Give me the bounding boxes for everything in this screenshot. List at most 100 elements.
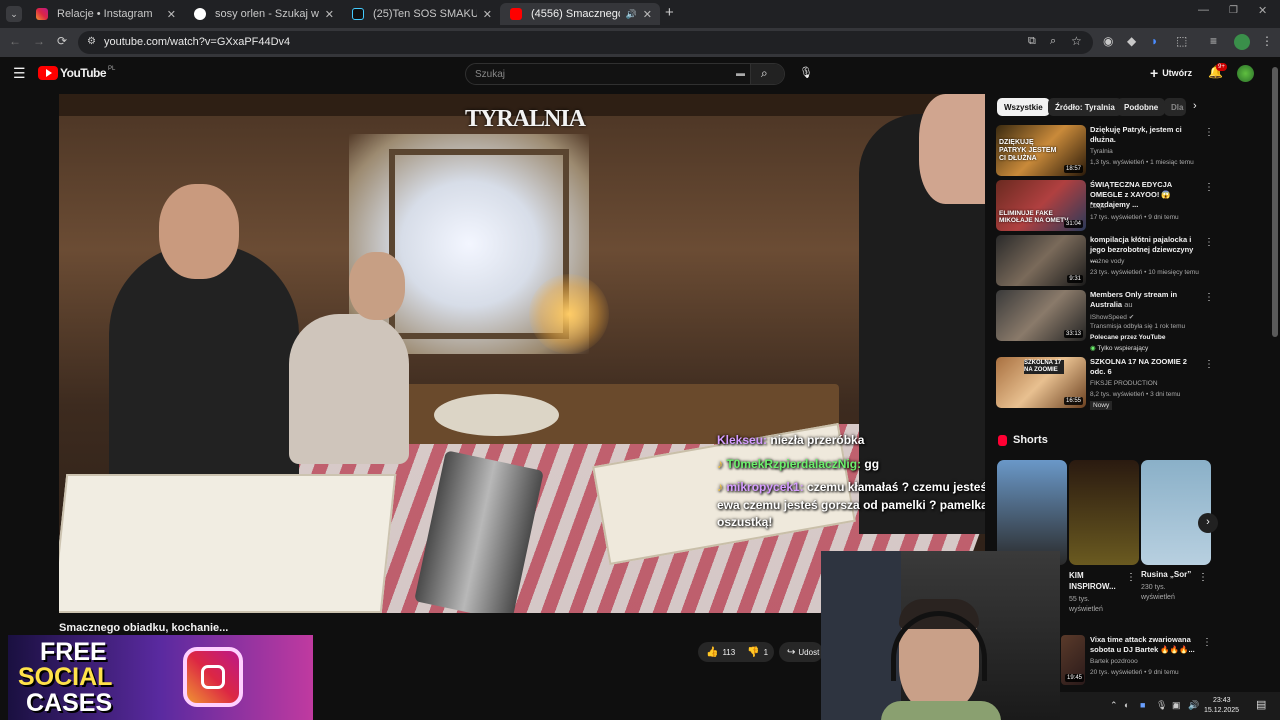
address-bar[interactable]: ⚙ youtube.com/watch?v=GXxaPF44Dv4 ⧉ ⌕ ☆ [78, 31, 1093, 54]
new-tab-button[interactable]: + [665, 4, 674, 21]
recommendation-title[interactable]: ŚWIĄTECZNA EDYCJA OMEGLE z XAYOO! 😱 *roz… [1090, 180, 1200, 210]
restore-button[interactable]: ❐ [1229, 5, 1238, 16]
tab-google[interactable]: sosy orlen - Szukaj w Google ✕ [184, 3, 342, 25]
video-thumbnail[interactable]: 9:31 [996, 235, 1086, 286]
create-button[interactable]: + Utwórz [1150, 65, 1192, 81]
video-thumbnail[interactable]: 33:13 [996, 290, 1086, 341]
tab-tiktok[interactable]: (25)Ten SOS SMAKUJE jak KEN ✕ [342, 3, 500, 25]
channel-name[interactable]: LeQu [1090, 203, 1106, 210]
more-options-icon[interactable]: ⋮ [1204, 359, 1214, 370]
close-window-button[interactable]: ✕ [1258, 4, 1267, 17]
hamburger-menu-icon[interactable]: ☰ [13, 65, 26, 82]
site-info-icon[interactable]: ⚙ [87, 36, 96, 47]
tray-icon[interactable]: ■ [1140, 700, 1145, 710]
close-tab-icon[interactable]: ✕ [167, 8, 176, 21]
video-thumbnail[interactable]: SZKOLNA 17 NA ZOOMIE 16:55 [996, 357, 1086, 408]
search-input[interactable]: Szukaj [475, 69, 505, 80]
clock-date[interactable]: 15.12.2025 [1204, 707, 1239, 714]
scrollbar-thumb[interactable] [1272, 67, 1278, 337]
share-icon: ↪ [787, 646, 796, 658]
keyboard-icon[interactable]: ▬ [736, 68, 745, 78]
more-options-icon[interactable]: ⋮ [1204, 237, 1214, 248]
recommendation-title[interactable]: Members Only stream in Australia au [1090, 290, 1200, 310]
more-options-icon[interactable]: ⋮ [1202, 637, 1212, 648]
zoom-icon[interactable]: ⌕ [1050, 35, 1056, 48]
more-options-icon[interactable]: ⋮ [1204, 292, 1214, 303]
recommendation-title[interactable]: Vixa time attack zwariowana sobota u DJ … [1090, 635, 1202, 655]
more-options-icon[interactable]: ⋮ [1126, 572, 1136, 583]
video-thumbnail[interactable]: DZIĘKUJĘ PATRYK JESTEM CI DŁUŻNA 18:57 [996, 125, 1086, 176]
forward-icon[interactable]: → [33, 34, 45, 48]
short-thumbnail[interactable] [997, 460, 1067, 565]
more-options-icon[interactable]: ⋮ [1204, 127, 1214, 138]
channel-name[interactable]: Tyralnia [1090, 148, 1113, 155]
search-button[interactable]: ⌕ [750, 64, 784, 84]
extensions-puzzle-icon[interactable]: ⬚ [1176, 34, 1187, 48]
channel-name[interactable]: Bartek pozdrooo [1090, 658, 1138, 665]
channel-name[interactable]: FIKSJE PRODUCTION [1090, 380, 1158, 387]
dislike-button[interactable]: 👎 1 [747, 647, 768, 658]
recommendation-item[interactable]: 19:45 Vixa time attack zwariowana sobota… [1061, 635, 1212, 685]
tab-youtube[interactable]: (4556) Smacznego obiadku 🔊 ✕ [500, 3, 660, 25]
short-title[interactable]: KIM INSPIROW... [1069, 570, 1121, 592]
url-text[interactable]: youtube.com/watch?v=GXxaPF44Dv4 [104, 36, 290, 48]
more-options-icon[interactable]: ⋮ [1204, 182, 1214, 193]
channel-name[interactable]: ważne vody [1090, 258, 1124, 265]
tab-search-icon[interactable]: ⌄ [6, 6, 22, 22]
reading-list-icon[interactable]: ≡ [1210, 34, 1217, 48]
microphone-tray-icon[interactable]: 🎙 [1156, 700, 1167, 711]
channel-name[interactable]: IShowSpeed ✔ [1090, 313, 1134, 321]
close-tab-icon[interactable]: ✕ [643, 8, 652, 21]
chevron-right-icon[interactable]: › [1193, 100, 1197, 112]
notification-center-icon[interactable]: ▤ [1256, 698, 1266, 711]
search-box[interactable]: Szukaj ▬ ⌕ [465, 63, 785, 85]
clock-time[interactable]: 23:43 [1213, 697, 1231, 704]
chip-source[interactable]: Źródło: Tyralnia [1048, 98, 1122, 116]
recommendation-item[interactable]: ELIMINUJE FAKE MIKOŁAJE NA OMETV 31:04 Ś… [996, 180, 1214, 232]
extension-icon[interactable]: ◉ [1103, 34, 1113, 48]
chevron-up-icon[interactable]: ⌃ [1110, 700, 1118, 711]
close-tab-icon[interactable]: ✕ [325, 8, 334, 21]
discord-tray-icon[interactable]: ◐ [1124, 700, 1129, 710]
youtube-logo[interactable]: YouTube PL [38, 66, 115, 80]
install-icon[interactable]: ⧉ [1028, 35, 1036, 48]
chip-all[interactable]: Wszystkie [997, 98, 1050, 116]
back-icon[interactable]: ← [9, 34, 21, 48]
microphone-icon[interactable]: 🎙 [799, 66, 813, 79]
recommendation-item[interactable]: SZKOLNA 17 NA ZOOMIE 16:55 SZKOLNA 17 NA… [996, 357, 1214, 410]
shorts-next-button[interactable]: › [1198, 513, 1218, 533]
chat-line: ♪ T0mekRzpierdalaczNig: gg [717, 457, 879, 471]
like-button[interactable]: 👍 113 [706, 647, 735, 658]
reload-icon[interactable]: ⟳ [57, 34, 67, 48]
account-avatar[interactable] [1237, 65, 1254, 82]
extension-icon[interactable]: ◗ [1151, 34, 1158, 48]
short-title[interactable]: Rusina „Sor” [1141, 570, 1201, 579]
notification-count-badge: 9+ [1216, 63, 1227, 71]
short-views: 230 tys. wyświetleń [1141, 584, 1175, 601]
recommendation-item[interactable]: 33:13 Members Only stream in Australia a… [996, 290, 1214, 352]
close-tab-icon[interactable]: ✕ [483, 8, 492, 21]
volume-icon[interactable]: 🔊 [1188, 700, 1199, 711]
short-thumbnail[interactable] [1141, 460, 1211, 565]
recommendation-item[interactable]: 9:31 kompilacja kłótni pajalocka i jego … [996, 235, 1214, 287]
network-icon[interactable]: ⌂ [1173, 700, 1178, 710]
speaker-icon[interactable]: 🔊 [626, 9, 637, 20]
bookmark-star-icon[interactable]: ☆ [1071, 34, 1082, 48]
video-thumbnail[interactable]: 19:45 [1061, 635, 1085, 685]
profile-avatar[interactable] [1234, 34, 1250, 50]
video-thumbnail[interactable]: ELIMINUJE FAKE MIKOŁAJE NA OMETV 31:04 [996, 180, 1086, 231]
minimize-button[interactable]: — [1198, 4, 1209, 16]
chip-related[interactable]: Podobne [1117, 98, 1166, 116]
recommendation-title[interactable]: SZKOLNA 17 NA ZOOMIE 2 odc. 6 [1090, 357, 1200, 377]
share-button[interactable]: ↪ Udost [779, 642, 823, 662]
short-thumbnail[interactable] [1069, 460, 1139, 565]
recommendation-title[interactable]: Dziękuję Patryk, jestem ci dłużna. [1090, 125, 1200, 145]
chip-for-you[interactable]: Dla [1164, 98, 1186, 116]
recommendation-item[interactable]: DZIĘKUJĘ PATRYK JESTEM CI DŁUŻNA 18:57 D… [996, 125, 1214, 177]
tab-instagram[interactable]: Relacje • Instagram ✕ [26, 3, 184, 25]
extension-icon[interactable]: ◆ [1127, 34, 1136, 48]
page-scrollbar[interactable] [1270, 57, 1280, 692]
more-options-icon[interactable]: ⋮ [1198, 572, 1208, 583]
video-player[interactable]: TYRALNIA Klekseu: niezła przeróbka ♪ T0m… [59, 94, 985, 613]
menu-dots-icon[interactable]: ⋮ [1261, 34, 1273, 48]
